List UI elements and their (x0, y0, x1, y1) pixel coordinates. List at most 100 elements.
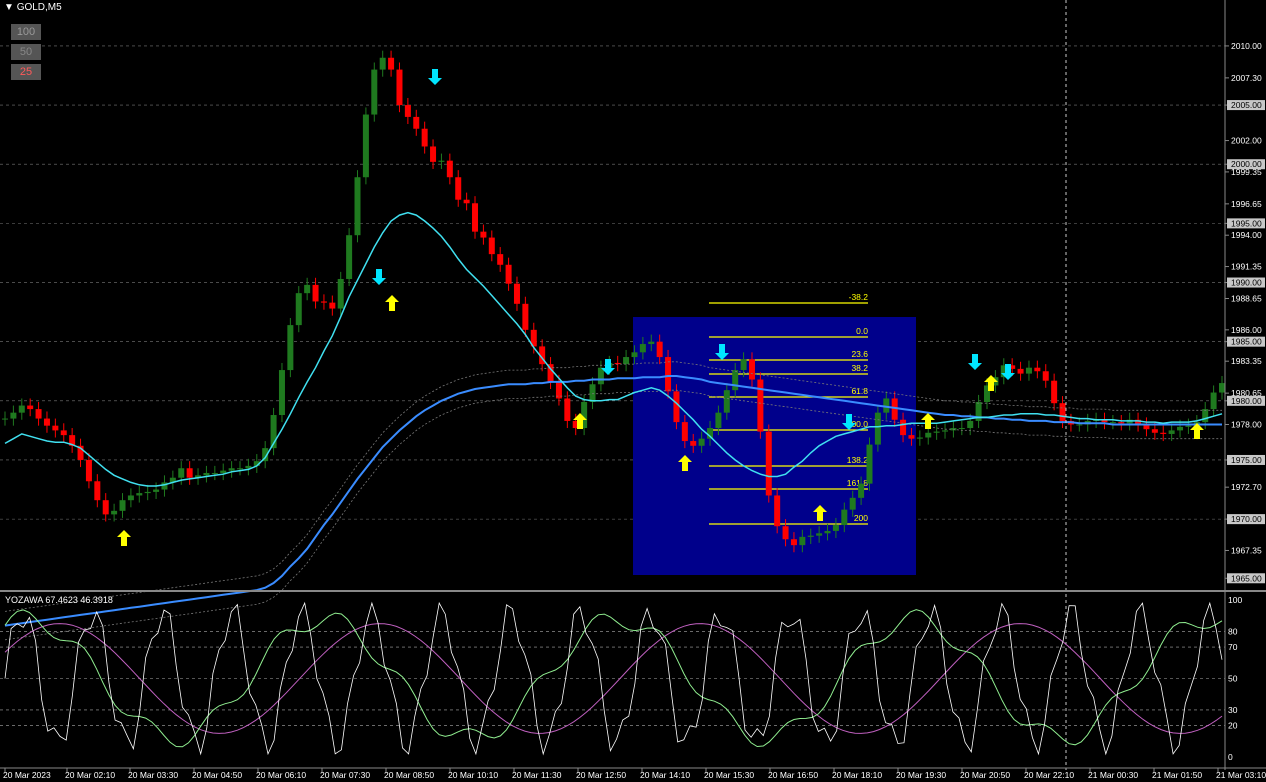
price-bar (1210, 392, 1217, 410)
price-bar (1034, 367, 1041, 372)
price-axis[interactable]: 2010.002007.302005.002002.002000.001999.… (1225, 41, 1265, 584)
price-bar (908, 435, 915, 439)
time-label: 20 Mar 20:50 (960, 770, 1010, 780)
price-chart[interactable]: -38.20.023.638.261.8100.0138.2161.8200 2… (0, 0, 1266, 782)
price-label: 1990.00 (1231, 278, 1262, 288)
time-label: 20 Mar 11:30 (512, 770, 562, 780)
price-bar (438, 160, 445, 162)
price-bar (723, 390, 730, 413)
price-bar (480, 231, 487, 238)
price-bar (748, 359, 755, 380)
price-bar (740, 359, 747, 371)
price-label: 1995.00 (1231, 218, 1262, 228)
price-bar (144, 491, 151, 494)
price-bar (816, 533, 823, 536)
price-bar (329, 302, 336, 309)
price-bar (1151, 429, 1158, 433)
osc-axis-label: 100 (1228, 595, 1242, 605)
price-bar (874, 412, 881, 445)
price-bar (1177, 426, 1184, 431)
price-bar (320, 301, 327, 303)
fib-level-label: 138.2 (847, 455, 869, 465)
price-bar (287, 325, 294, 371)
price-label: 1999.35 (1231, 167, 1262, 177)
time-label: 20 Mar 03:30 (128, 770, 178, 780)
price-bar (27, 405, 34, 410)
price-bar (85, 459, 92, 482)
price-label: 1970.00 (1231, 514, 1262, 524)
fib-level-label: 23.6 (851, 349, 868, 359)
price-label: 1986.00 (1231, 325, 1262, 335)
scale-button-25[interactable]: 25 (11, 64, 41, 80)
price-label: 1975.00 (1231, 455, 1262, 465)
price-bar (203, 472, 210, 476)
fib-level-label: 38.2 (851, 363, 868, 373)
scale-button-100[interactable]: 100 (11, 24, 41, 40)
price-bar (1160, 432, 1167, 434)
price-bar (52, 425, 59, 431)
price-bar (1051, 380, 1058, 404)
price-bar (421, 128, 428, 147)
price-bar (824, 530, 831, 534)
price-bar (942, 430, 949, 432)
price-bar (404, 105, 411, 117)
price-bar (631, 352, 638, 358)
price-bar (220, 470, 227, 473)
price-bar (228, 468, 235, 471)
osc-axis-label: 30 (1228, 705, 1238, 715)
price-bar (564, 398, 571, 421)
price-bar (1168, 430, 1175, 434)
price-bar (60, 430, 67, 436)
price-bar (354, 177, 361, 236)
price-bar (337, 278, 344, 309)
price-bar (346, 235, 353, 279)
price-label: 1980.00 (1231, 396, 1262, 406)
price-bar (362, 114, 369, 178)
scale-button-50[interactable]: 50 (11, 44, 41, 60)
price-bar (858, 483, 865, 498)
price-bar (153, 489, 160, 492)
price-bar (597, 367, 604, 385)
price-bar (715, 412, 722, 429)
price-bar (455, 177, 462, 200)
price-label: 1965.00 (1231, 573, 1262, 583)
price-bar (472, 203, 479, 232)
time-label: 20 Mar 04:50 (192, 770, 242, 780)
symbol-text: GOLD,M5 (16, 2, 62, 13)
price-bar (1118, 422, 1125, 424)
price-label: 1967.35 (1231, 545, 1262, 555)
price-bar (866, 444, 873, 484)
price-label: 1985.00 (1231, 337, 1262, 347)
price-bar (1219, 383, 1225, 393)
price-bar (430, 146, 437, 162)
price-bar (513, 283, 520, 304)
fib-level-label: 161.8 (847, 478, 869, 488)
price-bar (841, 509, 848, 526)
price-bar (774, 495, 781, 527)
price-bar (1109, 422, 1116, 424)
price-bar (589, 384, 596, 403)
price-bar (832, 525, 839, 531)
price-bar (211, 472, 218, 474)
oscillator-axis: 100 80 70 50 30 20 0 (1228, 595, 1242, 762)
price-label: 1988.65 (1231, 293, 1262, 303)
price-bar (278, 370, 285, 416)
osc-axis-label: 0 (1228, 752, 1233, 762)
price-bar (178, 468, 185, 478)
price-bar (790, 539, 797, 546)
time-axis[interactable]: 20 Mar 2023 20 Mar 02:10 20 Mar 03:30 20 Ma… (3, 768, 1266, 780)
time-label: 20 Mar 08:50 (384, 770, 434, 780)
price-bar (488, 237, 495, 255)
price-bar (690, 441, 697, 446)
osc-axis-label: 80 (1228, 626, 1238, 636)
price-bar (1202, 409, 1209, 423)
price-bar (111, 510, 118, 515)
price-bar (18, 405, 25, 413)
symbol-label[interactable]: ▼ GOLD,M5 (4, 2, 62, 13)
price-bar (698, 438, 705, 446)
price-bar (782, 526, 789, 540)
price-bar (2, 418, 8, 420)
price-label: 1996.65 (1231, 199, 1262, 209)
price-bar (102, 500, 109, 515)
price-bar (522, 303, 529, 330)
